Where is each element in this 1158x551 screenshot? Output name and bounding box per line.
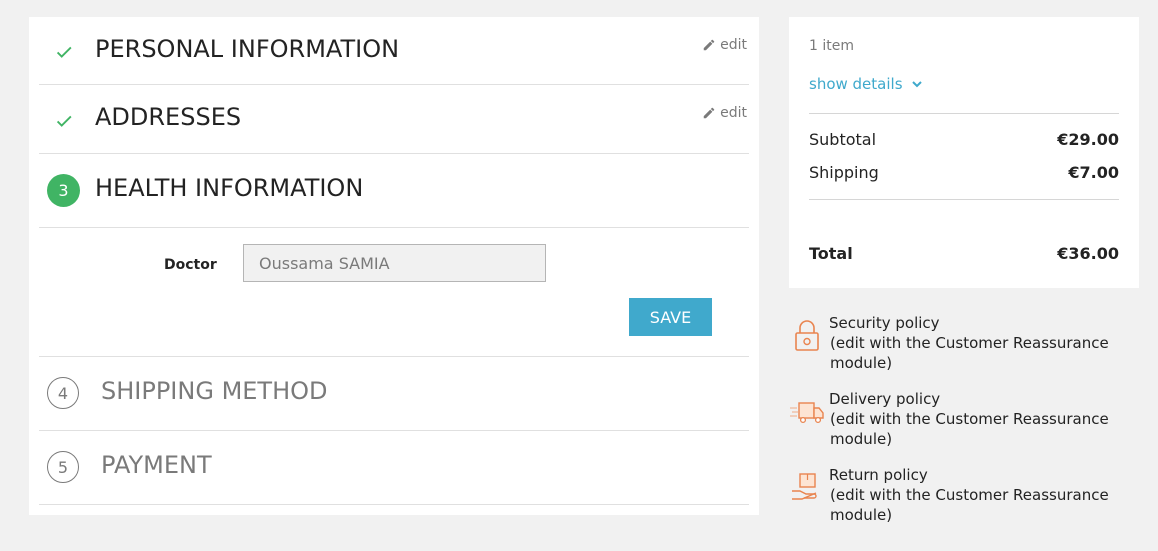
cart-summary: 1 item show details Subtotal €29.00 Ship… (789, 17, 1139, 288)
shipping-value: €7.00 (1068, 163, 1119, 182)
reassurance-description: (edit with the Customer Reassurance modu… (830, 486, 1109, 524)
delivery-truck-icon (790, 402, 824, 424)
edit-label: edit (720, 37, 747, 53)
step-title: ADDRESSES (95, 103, 242, 131)
step-title: PAYMENT (101, 451, 212, 479)
step-title: HEALTH INFORMATION (95, 174, 364, 202)
step-payment[interactable]: 5 PAYMENT (39, 431, 749, 505)
padlock-icon (795, 320, 819, 351)
subtotal-label: Subtotal (809, 130, 877, 149)
return-box-icon (792, 473, 817, 500)
doctor-field[interactable] (243, 244, 546, 282)
chevron-down-icon (911, 81, 922, 88)
step-title: PERSONAL INFORMATION (95, 35, 400, 63)
reassurance-delivery: Delivery policy (edit with the Customer … (789, 389, 1129, 449)
step-shipping-method[interactable]: 4 SHIPPING METHOD (39, 357, 749, 431)
show-details-label: show details (809, 75, 903, 93)
step-number-badge: 5 (47, 451, 79, 483)
total-label: Total (809, 244, 853, 263)
shipping-label: Shipping (809, 163, 879, 182)
reassurance-security: Security policy (edit with the Customer … (789, 313, 1129, 373)
show-details-link[interactable]: show details (809, 75, 923, 93)
step-number-badge: 3 (47, 174, 80, 207)
total-value: €36.00 (1057, 244, 1119, 263)
pencil-icon (703, 39, 715, 51)
summary-divider (809, 113, 1119, 114)
subtotal-row: Subtotal €29.00 (809, 130, 1119, 149)
checkmark-icon (56, 115, 72, 127)
edit-label: edit (720, 105, 747, 121)
summary-divider (809, 199, 1119, 200)
items-count: 1 item (809, 38, 854, 54)
total-row: Total €36.00 (809, 244, 1119, 263)
reassurance-description: (edit with the Customer Reassurance modu… (830, 334, 1109, 372)
step-addresses[interactable]: ADDRESSES edit (39, 85, 749, 154)
step-title: SHIPPING METHOD (101, 377, 328, 405)
reassurance-title: Security policy (829, 314, 940, 332)
reassurance-title: Delivery policy (829, 390, 941, 408)
step-number-badge: 4 (47, 377, 79, 409)
reassurance-description: (edit with the Customer Reassurance modu… (830, 410, 1109, 448)
save-button[interactable]: SAVE (629, 298, 712, 336)
doctor-label: Doctor (164, 257, 217, 273)
edit-addresses-link[interactable]: edit (702, 105, 747, 121)
checkmark-icon (56, 46, 72, 58)
step-personal-information[interactable]: PERSONAL INFORMATION edit (39, 17, 749, 85)
checkout-steps-panel: PERSONAL INFORMATION edit ADDRESSES edit… (29, 17, 759, 515)
shipping-row: Shipping €7.00 (809, 163, 1119, 182)
reassurance-title: Return policy (829, 466, 928, 484)
edit-personal-information-link[interactable]: edit (702, 37, 747, 53)
subtotal-value: €29.00 (1057, 130, 1119, 149)
step-health-information[interactable]: 3 HEALTH INFORMATION (39, 154, 749, 228)
reassurance-return: Return policy (edit with the Customer Re… (789, 465, 1129, 525)
pencil-icon (703, 107, 715, 119)
